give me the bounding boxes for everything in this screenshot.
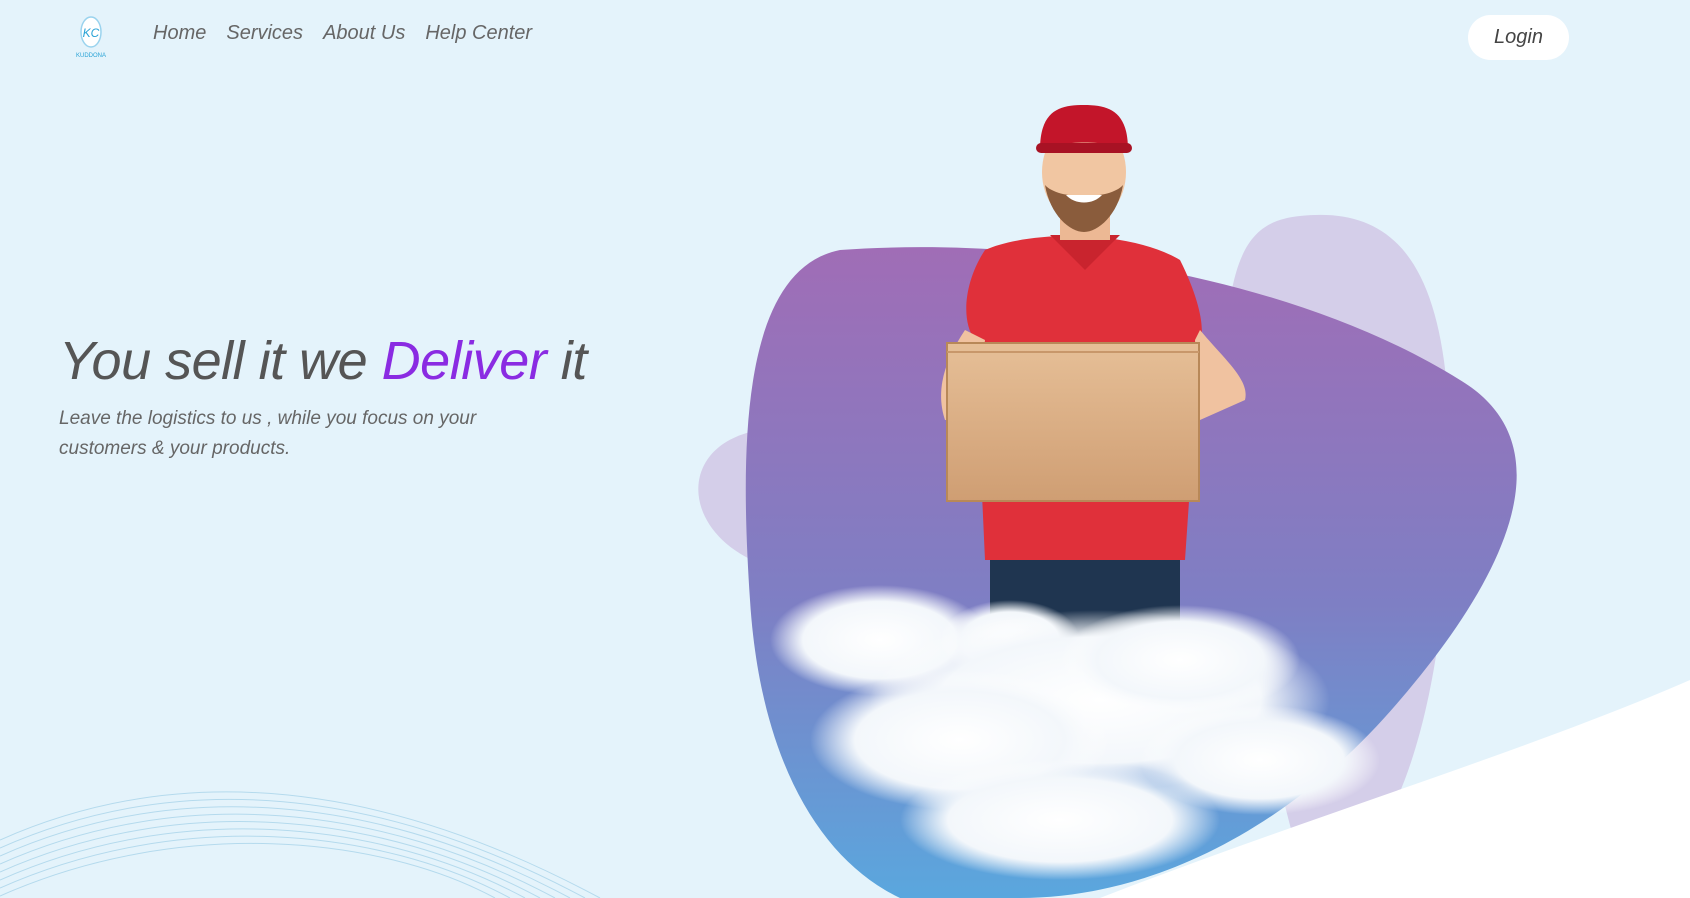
top-navbar: KC KUDDONA Home Services About Us Help C… [0,0,1690,75]
nav-services-link[interactable]: Services [226,22,303,45]
login-button[interactable]: Login [1468,15,1569,60]
svg-text:KUDDONA: KUDDONA [76,53,106,59]
hero-subtitle: Leave the logistics to us , while you fo… [59,408,477,459]
hero-title-accent: Deliver [381,331,547,391]
cardboard-box [946,342,1200,502]
svg-text:KC: KC [83,26,100,40]
nav-about-us-link[interactable]: About Us [323,22,405,45]
brand-logo-icon[interactable]: KC KUDDONA [76,12,106,60]
nav-home-link[interactable]: Home [153,22,206,45]
wave-lines-decoration [0,791,601,898]
hero-title: You sell it we Deliver it [59,330,587,392]
hero-title-part2: it [546,331,588,391]
nav-help-center-link[interactable]: Help Center [425,22,532,45]
nav-links: Home Services About Us Help Center [153,22,532,45]
hero-title-part1: You sell it we [59,331,382,391]
